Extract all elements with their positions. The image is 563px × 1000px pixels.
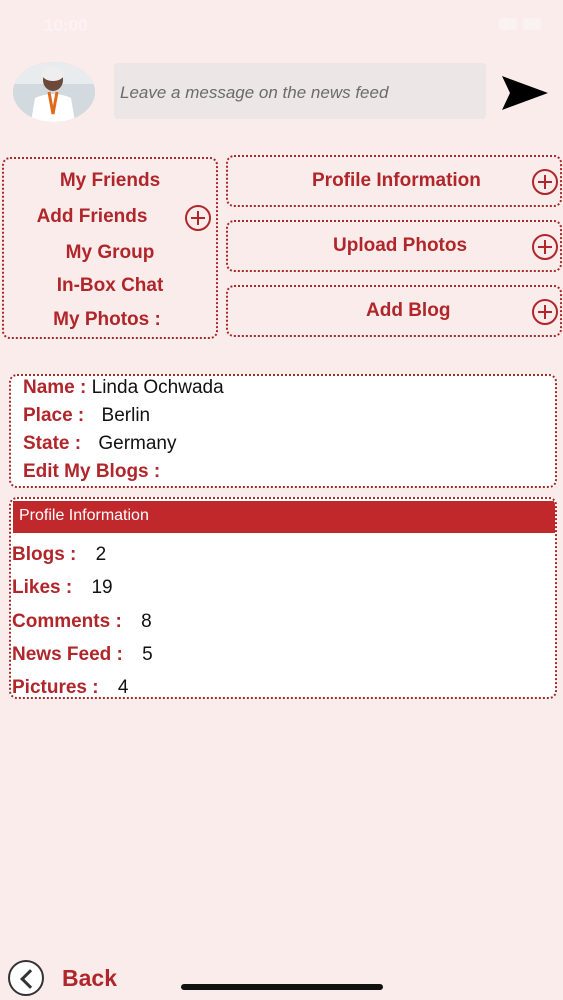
menu-item-add-friends[interactable]: Add Friends	[0, 206, 198, 228]
profile-info-card: Name : Linda Ochwada Place : Berlin Stat…	[9, 374, 557, 488]
edit-blogs-link[interactable]: Edit My Blogs :	[23, 461, 160, 483]
state-value: Germany	[98, 433, 177, 454]
stat-label: Blogs :	[12, 544, 77, 565]
stat-value: 5	[142, 644, 153, 665]
place-label: Place :	[23, 405, 85, 426]
name-row: Name : Linda Ochwada	[23, 377, 224, 399]
stat-label: Comments :	[12, 611, 122, 632]
state-row: State : Germany	[23, 433, 177, 455]
add-blog-button[interactable]: Add Blog	[226, 285, 562, 337]
stat-row-comments: Comments : 8	[12, 611, 152, 633]
status-time: 10:00	[44, 16, 88, 35]
upload-photos-plus-icon	[532, 234, 558, 260]
menu-item-my-friends[interactable]: My Friends	[4, 170, 216, 192]
stat-row-pictures: Pictures : 4	[12, 677, 129, 698]
back-label: Back	[62, 964, 117, 991]
news-feed-message-input[interactable]	[114, 63, 486, 119]
stat-label: Likes :	[12, 577, 73, 598]
back-arrow-icon	[8, 960, 44, 996]
state-label: State :	[23, 433, 82, 454]
profile-information-button[interactable]: Profile Information	[226, 155, 562, 207]
stat-value: 4	[117, 677, 129, 698]
send-arrow-icon	[502, 76, 548, 110]
profile-information-label: Profile Information	[312, 170, 481, 191]
menu-item-my-photos[interactable]: My Photos :	[1, 309, 213, 331]
upload-photos-button[interactable]: Upload Photos	[226, 220, 562, 272]
home-indicator[interactable]	[181, 984, 383, 990]
add-friends-plus-icon[interactable]	[185, 205, 211, 231]
quick-menu: My Friends Add Friends My Group In-Box C…	[2, 157, 218, 339]
stat-label: Pictures :	[12, 677, 99, 698]
upload-photos-label: Upload Photos	[333, 235, 468, 256]
status-icons	[499, 18, 541, 30]
avatar[interactable]	[13, 62, 95, 122]
stat-value: 8	[141, 611, 152, 632]
profile-information-plus-icon	[532, 169, 558, 195]
signal-icon	[499, 18, 517, 30]
avatar-photo	[13, 62, 95, 122]
stats-header: Profile Information	[13, 501, 555, 533]
back-button[interactable]: Back	[8, 960, 117, 996]
profile-stats-card: Profile Information Blogs : 2 Likes : 19…	[9, 497, 557, 699]
status-bar: 10:00	[0, 0, 563, 52]
battery-icon	[523, 18, 541, 30]
stat-row-blogs: Blogs : 2	[12, 544, 106, 566]
edit-blogs-label: Edit My Blogs :	[23, 461, 161, 482]
stat-label: News Feed :	[12, 644, 123, 665]
place-row: Place : Berlin	[23, 405, 150, 427]
menu-item-my-group[interactable]: My Group	[4, 242, 216, 264]
stat-value: 19	[91, 577, 113, 598]
name-label: Name :	[23, 377, 87, 398]
stat-value: 2	[95, 544, 107, 565]
stat-row-likes: Likes : 19	[12, 577, 113, 599]
menu-item-inbox-chat[interactable]: In-Box Chat	[4, 275, 216, 297]
send-button[interactable]	[500, 74, 550, 112]
add-blog-plus-icon	[532, 299, 558, 325]
name-value: Linda Ochwada	[91, 377, 224, 398]
add-blog-label: Add Blog	[366, 300, 451, 321]
place-value: Berlin	[101, 405, 151, 426]
stat-row-news-feed: News Feed : 5	[12, 644, 153, 666]
